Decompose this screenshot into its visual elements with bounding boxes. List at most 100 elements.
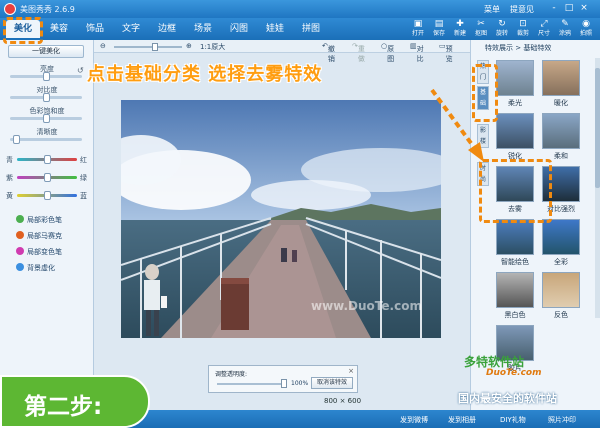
color-pen-tool[interactable]: 局部彩色笔 bbox=[16, 215, 62, 225]
transparency-value: 100% bbox=[291, 380, 309, 387]
effect-thumbnail bbox=[542, 272, 580, 308]
share-album-link[interactable]: 发到相册 bbox=[448, 415, 476, 425]
green-label: 绿 bbox=[80, 174, 87, 182]
new-icon: ✚ bbox=[456, 19, 464, 29]
rotate-icon: ↻ bbox=[498, 19, 506, 29]
original-button[interactable]: ○ 原图 bbox=[381, 42, 394, 63]
crop-icon: ⊡ bbox=[519, 19, 527, 29]
tab-collage[interactable]: 拼图 bbox=[294, 20, 328, 38]
tab-frame[interactable]: 边框 bbox=[150, 20, 184, 38]
slider-knob[interactable] bbox=[13, 135, 21, 144]
watermark-slogan: 国内最安全的软件站 bbox=[458, 392, 557, 405]
tab-doll[interactable]: 娃娃 bbox=[258, 20, 292, 38]
diy-gift-link[interactable]: DIY礼物 bbox=[500, 415, 526, 425]
background-blur-tool[interactable]: 背景虚化 bbox=[16, 263, 55, 273]
zoom-slider-knob[interactable] bbox=[152, 43, 158, 51]
photo-print-link[interactable]: 照片冲印 bbox=[548, 415, 576, 425]
crop-button[interactable]: ⊡ 裁剪 bbox=[513, 19, 533, 40]
effect-black-white[interactable]: 黑白色 bbox=[496, 272, 534, 320]
brush-icon: ✎ bbox=[561, 19, 569, 29]
camera-icon: ◉ bbox=[582, 19, 590, 29]
share-weibo-link[interactable]: 发到微博 bbox=[400, 415, 428, 425]
effect-thumbnail bbox=[542, 219, 580, 255]
slider-knob[interactable] bbox=[43, 173, 51, 182]
effect-warm[interactable]: 暖化 bbox=[542, 60, 580, 108]
undo-button[interactable]: ↶ 撤销 bbox=[322, 42, 335, 63]
app-title: 美图秀秀 2.6.9 bbox=[20, 5, 75, 14]
transparency-slider-knob[interactable] bbox=[281, 379, 287, 388]
effects-scrollbar[interactable] bbox=[595, 58, 600, 318]
red-label: 红 bbox=[80, 156, 87, 164]
step-label: 第二步: bbox=[24, 394, 103, 420]
step-badge: 第二步: bbox=[0, 375, 150, 428]
brightness-slider[interactable] bbox=[10, 72, 82, 81]
mosaic-tool[interactable]: 局部马赛克 bbox=[16, 231, 62, 241]
zoom-level[interactable]: 1:1原大 bbox=[200, 42, 225, 52]
rotate-button[interactable]: ↻ 旋转 bbox=[492, 19, 512, 40]
title-bar: 美图秀秀 2.6.9 菜单 提意见 - □ × bbox=[0, 0, 600, 18]
redo-button[interactable]: ↷ 重做 bbox=[352, 42, 365, 63]
photo-canvas[interactable]: www.DuoTe.com bbox=[121, 100, 441, 338]
tab-text[interactable]: 文字 bbox=[114, 20, 148, 38]
sharpness-slider[interactable] bbox=[10, 135, 82, 144]
tab-flash[interactable]: 闪图 bbox=[222, 20, 256, 38]
feedback-link[interactable]: 提意见 bbox=[510, 4, 534, 15]
cancel-effect-button[interactable]: 取消该特效 bbox=[311, 377, 353, 389]
folder-icon: ▣ bbox=[413, 19, 423, 29]
contrast-slider[interactable] bbox=[10, 93, 82, 102]
watermark-url: DuoTe.com bbox=[486, 368, 542, 378]
preview-button[interactable]: ▭ 预览 bbox=[439, 42, 453, 63]
camera-button[interactable]: ◉ 拍照 bbox=[576, 19, 596, 40]
cyan-label: 青 bbox=[6, 156, 13, 164]
slider-knob[interactable] bbox=[42, 72, 50, 81]
canvas-toolbar: ⊖ ⊕ 1:1原大 ↶ 撤销 ↷ 重做 ○ 原图 ▥ 对比 ▭ 预览 bbox=[94, 40, 470, 63]
cutout-button[interactable]: ✂ 抠图 bbox=[471, 19, 491, 40]
breadcrumb: 特效展示 > 基础特效 bbox=[485, 44, 552, 52]
blue-label: 蓝 bbox=[80, 192, 87, 200]
effect-thumbnail bbox=[542, 113, 580, 149]
yellow-blue-slider[interactable] bbox=[17, 191, 77, 200]
instruction-caption: 点击基础分类 选择去雾特效 bbox=[87, 64, 323, 85]
tab-face[interactable]: 美容 bbox=[42, 20, 76, 38]
effect-soft[interactable]: 柔和 bbox=[542, 113, 580, 161]
effect-full-color[interactable]: 全彩 bbox=[542, 219, 580, 267]
highlight-dehaze-effect bbox=[479, 159, 552, 223]
canvas-area: ⊖ ⊕ 1:1原大 ↶ 撤销 ↷ 重做 ○ 原图 ▥ 对比 ▭ 预览 www.D… bbox=[94, 40, 470, 410]
transparency-panel: 调整透明度: × 100% 取消该特效 bbox=[208, 365, 358, 393]
menu-link[interactable]: 菜单 bbox=[484, 4, 500, 15]
saturation-slider[interactable] bbox=[10, 114, 82, 123]
slider-knob[interactable] bbox=[43, 191, 51, 200]
resize-button[interactable]: ⤢ 尺寸 bbox=[534, 19, 554, 40]
maximize-button[interactable]: □ bbox=[563, 3, 575, 14]
cyan-red-slider[interactable] bbox=[17, 155, 77, 164]
minimize-button[interactable]: - bbox=[548, 3, 560, 14]
zoom-slider[interactable] bbox=[114, 46, 182, 48]
app-logo-icon bbox=[4, 3, 16, 15]
one-key-beautify-button[interactable]: 一键美化 bbox=[8, 45, 84, 58]
close-button[interactable]: × bbox=[578, 3, 590, 14]
resize-icon: ⤢ bbox=[540, 19, 548, 29]
effect-sharpen[interactable]: 锐化 bbox=[496, 113, 534, 161]
doodle-button[interactable]: ✎ 涂鸦 bbox=[555, 19, 575, 40]
open-button[interactable]: ▣ 打开 bbox=[408, 19, 428, 40]
slider-knob[interactable] bbox=[42, 93, 50, 102]
yellow-label: 黄 bbox=[6, 192, 13, 200]
tab-accessories[interactable]: 饰品 bbox=[78, 20, 112, 38]
effect-thumbnail bbox=[542, 60, 580, 96]
slider-knob[interactable] bbox=[42, 114, 50, 123]
transparency-slider[interactable] bbox=[217, 383, 285, 385]
effect-soft-light[interactable]: 柔光 bbox=[496, 60, 534, 108]
new-button[interactable]: ✚ 新建 bbox=[450, 19, 470, 40]
scrollbar-thumb[interactable] bbox=[595, 68, 600, 188]
zoom-in-icon[interactable]: ⊕ bbox=[186, 42, 192, 50]
zoom-out-icon[interactable]: ⊖ bbox=[100, 42, 106, 50]
effect-smart-color[interactable]: 智能绘色 bbox=[496, 219, 534, 267]
save-button[interactable]: ▤ 保存 bbox=[429, 19, 449, 40]
effect-invert[interactable]: 反色 bbox=[542, 272, 580, 320]
slider-knob[interactable] bbox=[43, 155, 51, 164]
tab-scene[interactable]: 场景 bbox=[186, 20, 220, 38]
compare-button[interactable]: ▥ 对比 bbox=[410, 42, 424, 63]
magenta-green-slider[interactable] bbox=[17, 173, 77, 182]
close-icon[interactable]: × bbox=[348, 367, 354, 375]
recolor-pen-tool[interactable]: 局部变色笔 bbox=[16, 247, 62, 257]
